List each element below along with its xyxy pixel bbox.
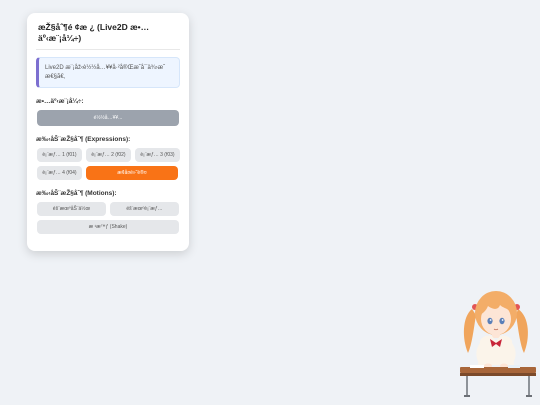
shake-button[interactable]: æ ¹æ™ƒ (Shake): [37, 220, 179, 234]
expression-button-f04[interactable]: è¡¨æƒ… 4 (f04): [37, 166, 82, 180]
random-expression-button[interactable]: éš¨æœºè¡¨æƒ…: [110, 202, 179, 216]
load-story-button[interactable]: é½½å…¥¥...: [37, 110, 179, 126]
expressions-title: æ‰‹åŠ¨æŽ§åˆ¶ (Expressions):: [36, 136, 131, 143]
motions-row: éš¨æœºåŠ¨ä½œ éš¨æœºè¡¨æƒ…: [37, 202, 180, 216]
schoolgirl-character-icon: [460, 291, 536, 397]
expressions-row-2: è¡¨æƒ… 4 (f04) æ¢å¤é»˜è®¤: [37, 166, 180, 180]
story-mode-title: æ•…äº‹æ¨¡å¼÷:: [36, 98, 84, 105]
reset-expression-button[interactable]: æ¢å¤é»˜è®¤: [86, 166, 178, 180]
panel-title: æŽ§åˆ¶é ¢æ ¿ (Live2D æ•… äº‹æ¨¡å¼÷): [36, 22, 180, 50]
live2d-character[interactable]: [458, 287, 538, 399]
status-message: Live2D æ¨¡åž‹è½½å…¥¥å·²å®Œæˆå¯ä¾›æˆ æ€§ã…: [36, 57, 180, 88]
expression-button-f03[interactable]: è¡¨æƒ… 3 (f03): [135, 148, 180, 162]
motions-title: æ‰‹åŠ¨æŽ§åˆ¶ (Motions):: [36, 190, 117, 197]
expression-button-f02[interactable]: è¡¨æƒ… 2 (f02): [86, 148, 131, 162]
expression-button-f01[interactable]: è¡¨æƒ… 1 (f01): [37, 148, 82, 162]
expressions-row-1: è¡¨æƒ… 1 (f01) è¡¨æƒ… 2 (f02) è¡¨æƒ… 3 (…: [37, 148, 180, 162]
control-panel: æŽ§åˆ¶é ¢æ ¿ (Live2D æ•… äº‹æ¨¡å¼÷) Live…: [27, 13, 189, 251]
random-motion-button[interactable]: éš¨æœºåŠ¨ä½œ: [37, 202, 106, 216]
